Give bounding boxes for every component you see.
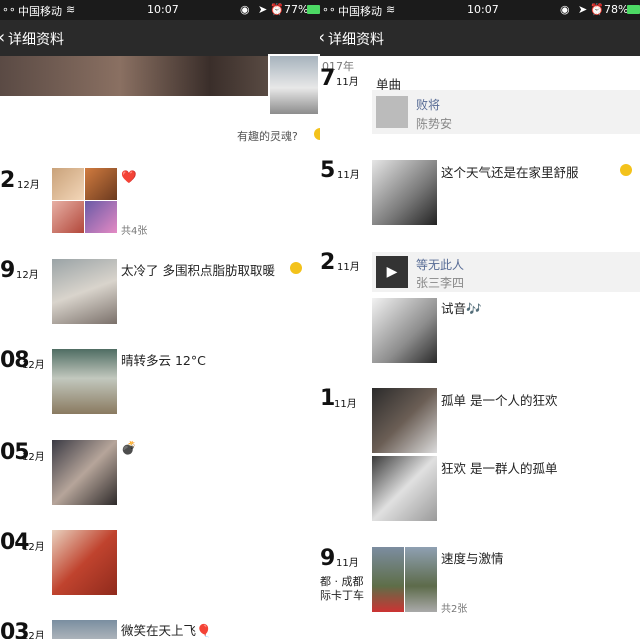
post-photo[interactable] (52, 620, 117, 639)
music-share-card[interactable]: ▶ 等无此人 张三李四 (372, 252, 640, 292)
lock-icon: ◉ (560, 3, 570, 16)
post-month: 12月 (17, 180, 40, 191)
post-photo[interactable] (52, 530, 117, 595)
smile-emoji-icon (290, 262, 302, 274)
post-month: 12月 (22, 360, 45, 371)
post-photo[interactable] (85, 201, 117, 233)
post-month: 11月 (336, 77, 359, 88)
back-chevron-icon[interactable]: ‹ (320, 27, 325, 48)
location-icon: ➤ (258, 3, 268, 16)
battery-icon (627, 5, 640, 14)
signal-icon: ∘∘ (2, 3, 16, 16)
post-photo[interactable] (372, 456, 437, 521)
nav-title[interactable]: 详细资料 (328, 29, 384, 49)
post-month: 11月 (337, 262, 360, 273)
clock: 10:07 (467, 3, 499, 16)
wifi-icon: ≋ (386, 3, 396, 16)
post-day: 1 (320, 386, 335, 411)
emoji-icon (620, 164, 632, 176)
post-text: 速度与激情 (441, 551, 504, 566)
nav-bar: ‹ 详细资料 (0, 20, 320, 56)
post-text-2: 狂欢 是一群人的孤单 (441, 461, 558, 476)
post-month: 11月 (334, 399, 357, 410)
alarm-icon: ⏰ (590, 3, 604, 16)
lock-icon: ◉ (240, 3, 250, 16)
post-text: 这个天气还是在家里舒服 (441, 165, 579, 180)
carrier-label: 中国移动 (338, 5, 382, 18)
photo-count: 共2张 (441, 604, 468, 615)
nav-bar: ‹ 详细资料 (320, 20, 640, 56)
nav-title[interactable]: 详细资料 (8, 29, 64, 49)
battery-percent: 77% (284, 3, 309, 16)
battery-percent: 78% (604, 3, 629, 16)
post-month: 11月 (336, 558, 359, 569)
post-text: 💣 (121, 440, 137, 455)
photo-count: 共4张 (121, 226, 148, 237)
left-screenshot: ∘∘ 中国移动 ≋ 10:07 ◉ ➤ ⏰ 77% ‹ 详细资料 有趣的灵魂? … (0, 0, 320, 639)
post-text: 太冷了 多围积点脂肪取取暖 (121, 263, 275, 278)
alarm-icon: ⏰ (270, 3, 284, 16)
post-photo[interactable] (405, 547, 437, 612)
song-artist: 陈势安 (416, 117, 453, 131)
clock: 10:07 (147, 3, 179, 16)
post-photo[interactable] (52, 168, 84, 200)
signal-icon: ∘∘ (322, 3, 336, 16)
location-line-2: 际卡丁车 (320, 589, 364, 602)
post-month: 12月 (22, 452, 45, 463)
avatar[interactable] (268, 54, 320, 116)
cover-caption: 有趣的灵魂? (237, 130, 298, 143)
carrier-label: 中国移动 (18, 5, 62, 18)
post-day: 2 (320, 250, 335, 275)
right-screenshot: ∘∘ 中国移动 ≋ 10:07 ◉ ➤ ⏰ 78% ‹ 详细资料 017年 7 … (320, 0, 640, 639)
post-photo[interactable] (372, 298, 437, 363)
cover-image[interactable] (0, 56, 300, 96)
play-icon: ▶ (376, 256, 408, 288)
post-photo[interactable] (372, 160, 437, 225)
post-photo[interactable] (52, 440, 117, 505)
location-icon: ➤ (578, 3, 588, 16)
music-share-card[interactable]: 败将 陈势安 (372, 90, 640, 134)
song-title: 等无此人 (416, 258, 465, 272)
song-title: 败将 (416, 98, 441, 112)
post-day: 9 (320, 546, 335, 571)
post-photo[interactable] (85, 168, 117, 200)
post-month: 12月 (16, 270, 39, 281)
post-photo[interactable] (52, 259, 117, 324)
post-photo[interactable] (372, 547, 404, 612)
status-bar: ∘∘ 中国移动 ≋ 10:07 ◉ ➤ ⏰ 77% (0, 0, 320, 20)
post-month: 12月 (22, 542, 45, 553)
post-text: ❤️ (121, 169, 137, 184)
battery-icon (307, 5, 320, 14)
post-text: 试音🎶 (441, 301, 482, 316)
post-text: 孤单 是一个人的狂欢 (441, 393, 558, 408)
post-day: 2 (0, 168, 15, 193)
post-month: 11月 (337, 170, 360, 181)
post-month: 12月 (22, 631, 45, 639)
post-day: 7 (320, 66, 335, 91)
post-photo[interactable] (372, 388, 437, 453)
post-photo[interactable] (52, 349, 117, 414)
post-text: 微笑在天上飞🎈 (121, 623, 212, 638)
back-chevron-icon[interactable]: ‹ (0, 27, 5, 48)
post-photo[interactable] (52, 201, 84, 233)
wifi-icon: ≋ (66, 3, 76, 16)
post-day: 9 (0, 258, 15, 283)
music-cover-icon (376, 96, 408, 128)
song-artist: 张三李四 (416, 276, 465, 290)
post-text: 晴转多云 12°C (121, 353, 206, 368)
post-day: 5 (320, 158, 335, 183)
status-bar: ∘∘ 中国移动 ≋ 10:07 ◉ ➤ ⏰ 78% (320, 0, 640, 20)
